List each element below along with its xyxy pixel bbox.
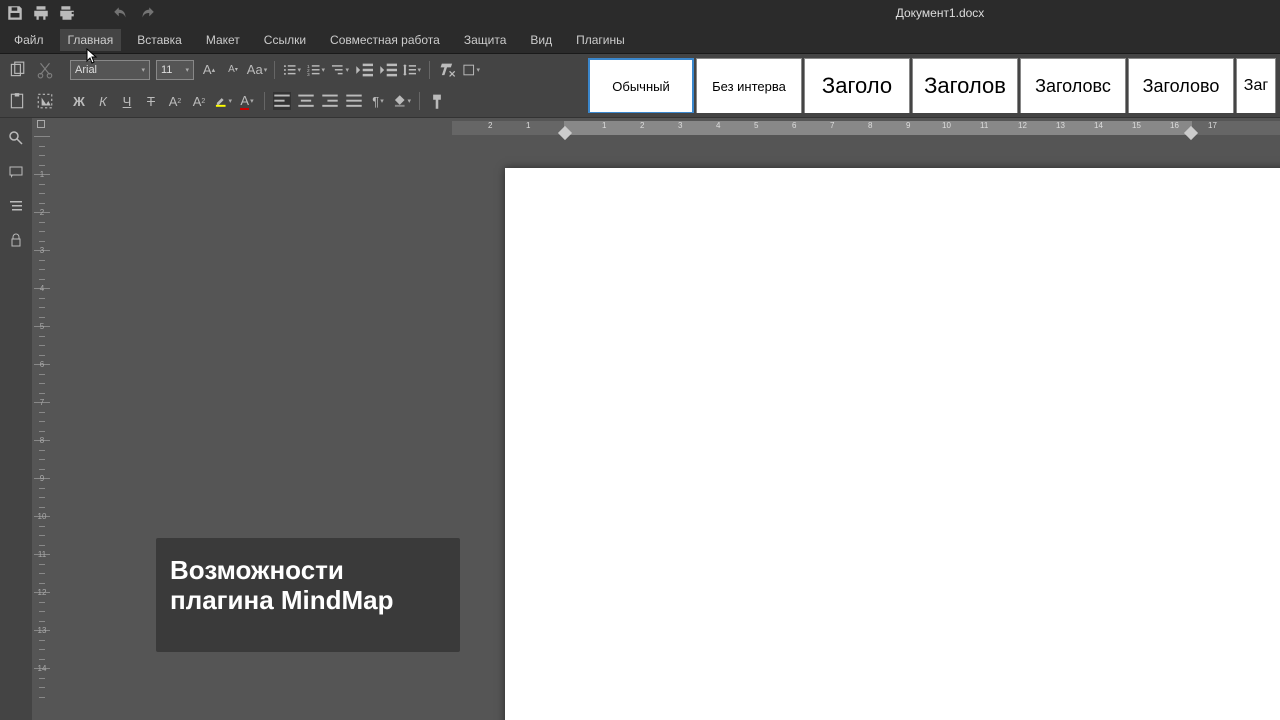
- align-justify-icon[interactable]: [345, 92, 363, 110]
- font-name-value: Arial: [75, 64, 97, 76]
- shading-icon[interactable]: [393, 92, 411, 110]
- numbered-list-icon[interactable]: 123: [307, 61, 325, 79]
- comments-icon[interactable]: [8, 164, 24, 180]
- highlight-icon[interactable]: [214, 92, 232, 110]
- menu-insert[interactable]: Вставка: [129, 29, 190, 51]
- vertical-ruler: 1234567891011121314: [32, 118, 52, 720]
- menu-view[interactable]: Вид: [522, 29, 560, 51]
- search-icon[interactable]: [8, 130, 24, 146]
- format-painter-icon[interactable]: [428, 92, 446, 110]
- subscript-icon[interactable]: A2: [190, 92, 208, 110]
- increase-font-icon[interactable]: A▴: [200, 61, 218, 79]
- align-left-icon[interactable]: [273, 92, 291, 110]
- redo-icon[interactable]: [138, 4, 156, 22]
- document-page[interactable]: [505, 168, 1280, 720]
- lock-icon[interactable]: [8, 232, 24, 248]
- print-preview-icon[interactable]: [58, 4, 76, 22]
- style-heading2[interactable]: Заголов: [912, 58, 1018, 113]
- multilevel-list-icon[interactable]: [331, 61, 349, 79]
- style-heading3[interactable]: Заголовс: [1020, 58, 1126, 113]
- svg-text:3: 3: [307, 72, 310, 78]
- align-center-icon[interactable]: [297, 92, 315, 110]
- change-case-icon[interactable]: Aa: [248, 61, 266, 79]
- cut-icon[interactable]: [36, 61, 54, 79]
- bold-icon[interactable]: Ж: [70, 92, 88, 110]
- overlay-line2: плагина MindMap: [170, 586, 446, 616]
- font-size-combo[interactable]: 11▾: [156, 60, 194, 80]
- underline-icon[interactable]: Ч: [118, 92, 136, 110]
- paste-icon[interactable]: [8, 92, 26, 110]
- decrease-indent-icon[interactable]: [355, 61, 373, 79]
- titlebar: Документ1.docx: [0, 0, 1280, 26]
- paragraph-mark-icon[interactable]: ¶: [369, 92, 387, 110]
- style-normal[interactable]: Обычный: [588, 58, 694, 113]
- align-right-icon[interactable]: [321, 92, 339, 110]
- menu-collaboration[interactable]: Совместная работа: [322, 29, 448, 51]
- decrease-font-icon[interactable]: A▾: [224, 61, 242, 79]
- line-spacing-icon[interactable]: [403, 61, 421, 79]
- select-all-icon[interactable]: [36, 92, 54, 110]
- menubar: Файл Главная Вставка Макет Ссылки Совмес…: [0, 26, 1280, 54]
- menu-protection[interactable]: Защита: [456, 29, 515, 51]
- ruler-origin-icon: [37, 120, 45, 128]
- copy-icon[interactable]: [8, 61, 26, 79]
- style-no-spacing[interactable]: Без интерва: [696, 58, 802, 113]
- save-icon[interactable]: [6, 4, 24, 22]
- increase-indent-icon[interactable]: [379, 61, 397, 79]
- info-overlay: Возможности плагина MindMap: [156, 538, 460, 652]
- font-color-icon[interactable]: A: [238, 92, 256, 110]
- undo-icon[interactable]: [112, 4, 130, 22]
- style-heading1[interactable]: Заголо: [804, 58, 910, 113]
- horizontal-ruler: 211234567891011121314151617: [452, 118, 1280, 138]
- clear-format-icon[interactable]: [438, 61, 456, 79]
- document-title: Документ1.docx: [896, 0, 985, 26]
- strikethrough-icon[interactable]: Т: [142, 92, 160, 110]
- font-name-combo[interactable]: Arial▾: [70, 60, 150, 80]
- menu-layout[interactable]: Макет: [198, 29, 248, 51]
- overlay-line1: Возможности: [170, 556, 446, 586]
- style-heading4[interactable]: Заголово: [1128, 58, 1234, 113]
- menu-references[interactable]: Ссылки: [256, 29, 314, 51]
- italic-icon[interactable]: К: [94, 92, 112, 110]
- menu-home[interactable]: Главная: [60, 29, 122, 51]
- left-toolbar: [0, 118, 32, 720]
- font-size-value: 11: [161, 64, 172, 76]
- style-gallery: Обычный Без интерва Заголо Заголов Загол…: [588, 58, 1280, 113]
- ribbon: Arial▾ 11▾ A▴ A▾ Aa 123 Ж К Ч Т A2 A2 A: [0, 54, 1280, 118]
- print-icon[interactable]: [32, 4, 50, 22]
- bullet-list-icon[interactable]: [283, 61, 301, 79]
- style-heading5[interactable]: Заг: [1236, 58, 1276, 113]
- borders-icon[interactable]: [462, 61, 480, 79]
- menu-file[interactable]: Файл: [6, 29, 52, 51]
- superscript-icon[interactable]: A2: [166, 92, 184, 110]
- headings-icon[interactable]: [8, 198, 24, 214]
- menu-plugins[interactable]: Плагины: [568, 29, 633, 51]
